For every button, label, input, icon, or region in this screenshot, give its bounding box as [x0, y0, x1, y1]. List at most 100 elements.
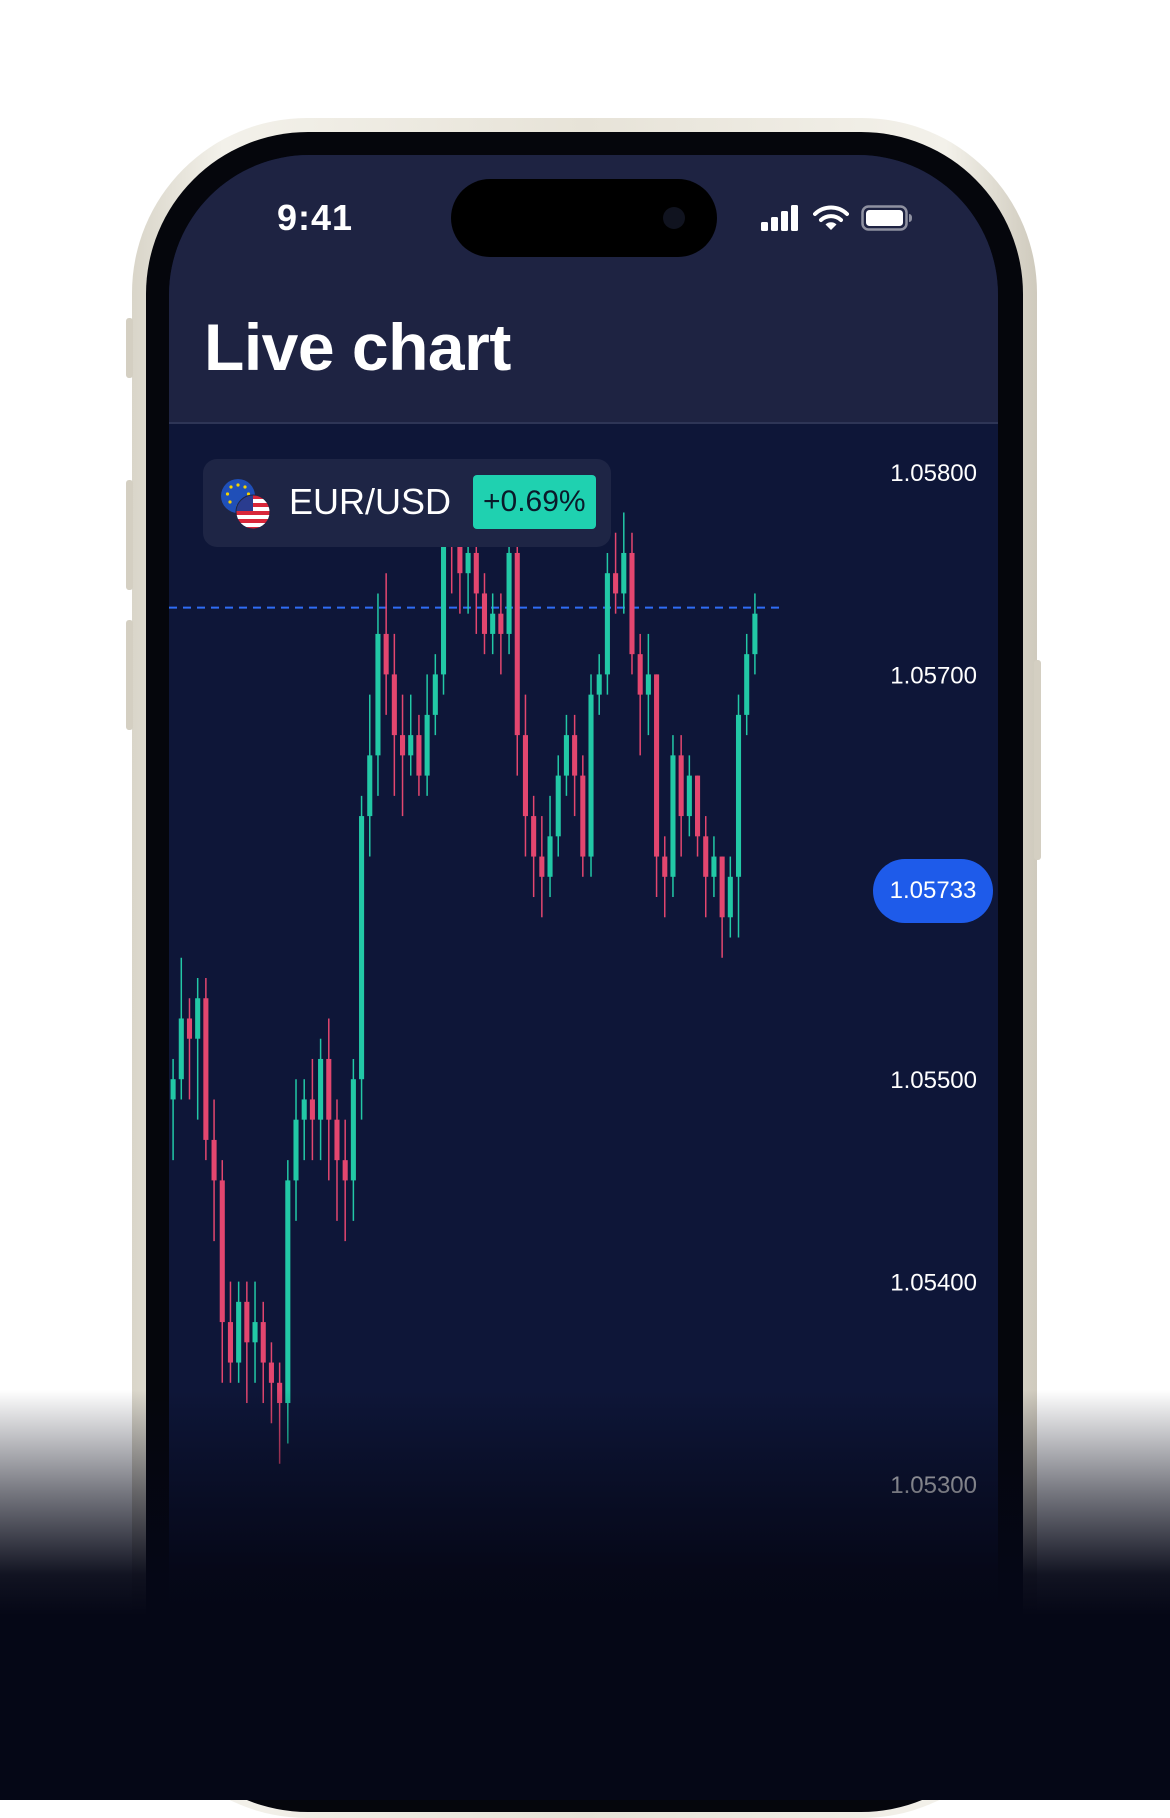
candle-down: [227, 1281, 233, 1383]
candle-down: [211, 1099, 217, 1242]
candle-up: [252, 1281, 258, 1383]
candle-body: [613, 573, 619, 594]
candle-down: [268, 1342, 274, 1424]
phone-volume-up-button: [126, 480, 133, 590]
candle-up: [236, 1281, 242, 1383]
candle-body: [211, 1139, 217, 1181]
status-bar: 9:41: [169, 155, 998, 275]
candle-up: [596, 654, 602, 715]
candle-body: [580, 775, 586, 857]
pair-selector[interactable]: EUR/USD +0.69%: [203, 459, 611, 547]
candle-body: [555, 775, 561, 837]
candle-up: [432, 654, 438, 736]
candle-body: [662, 856, 668, 877]
candle-body: [588, 694, 594, 857]
battery-icon: [861, 205, 912, 231]
candle-body: [711, 856, 717, 877]
candle-down: [719, 856, 725, 958]
candlestick-chart[interactable]: 1.058001.057001.056001.055001.054001.053…: [169, 424, 998, 1795]
candle-body: [637, 654, 643, 695]
candle-body: [719, 856, 725, 918]
phone-screen: 9:41 Live chart 1.05800 1.05700 1.05500 …: [169, 155, 998, 1795]
candle-body: [621, 552, 627, 594]
candle-body: [695, 775, 701, 837]
wifi-icon: [813, 205, 849, 230]
candle-up: [604, 552, 610, 695]
candle-down: [613, 532, 619, 614]
candle-down: [342, 1119, 348, 1242]
candle-up: [506, 532, 512, 655]
change-percent-badge: +0.69%: [473, 475, 596, 529]
candle-body: [293, 1119, 299, 1181]
candle-down: [539, 816, 545, 918]
y-axis-tick-label: 1.05400: [890, 1270, 977, 1297]
candle-down: [514, 532, 520, 776]
candle-body: [744, 654, 750, 715]
candle-up: [727, 856, 733, 938]
chart-area[interactable]: 1.058001.057001.056001.055001.054001.053…: [169, 424, 998, 1795]
phone-volume-down-button: [126, 620, 133, 730]
candle-down: [703, 816, 709, 918]
candle-body: [285, 1180, 291, 1404]
candle-up: [285, 1160, 291, 1444]
candle-down: [481, 573, 488, 655]
candle-up: [178, 957, 184, 1100]
candle-body: [686, 775, 692, 817]
candle-body: [498, 613, 504, 634]
candle-up: [735, 694, 742, 938]
candle-body: [334, 1119, 340, 1161]
candle-up: [408, 694, 414, 776]
candle-down: [531, 795, 537, 898]
candle-body: [735, 714, 742, 877]
candle-body: [367, 755, 373, 817]
phone-power-button: [1034, 660, 1041, 860]
candle-body: [572, 735, 578, 776]
current-price-badge: 1.05733: [873, 859, 993, 923]
candle-up: [555, 755, 561, 857]
candle-body: [481, 593, 488, 634]
candle-body: [424, 714, 430, 776]
pair-name: EUR/USD: [289, 481, 452, 522]
candle-down: [498, 593, 504, 675]
candle-body: [219, 1180, 225, 1323]
candle-up: [670, 735, 676, 898]
candle-up: [645, 633, 651, 736]
candle-up: [367, 694, 373, 857]
candle-body: [465, 552, 471, 574]
candle-body: [252, 1322, 258, 1343]
candle-body: [547, 836, 553, 877]
status-icons: [761, 203, 913, 233]
y-axis-tick-label: 1.05300: [890, 1472, 977, 1499]
nav-header: Live chart: [169, 275, 998, 424]
candle-body: [318, 1058, 324, 1120]
candle-down: [334, 1099, 340, 1221]
candle-down: [522, 694, 528, 857]
candle-body: [227, 1322, 233, 1363]
candle-body: [563, 735, 569, 776]
candle-down: [309, 1058, 315, 1161]
candle-down: [400, 694, 406, 817]
candle-body: [359, 816, 365, 1080]
candle-up: [293, 1079, 299, 1221]
candle-up: [547, 795, 553, 898]
y-axis-tick-label: 1.05700: [890, 662, 977, 689]
candle-down: [695, 775, 701, 857]
candle-down: [383, 573, 389, 715]
candle-down: [580, 755, 586, 877]
candle-body: [178, 1018, 184, 1080]
candle-down: [391, 633, 397, 796]
candle-body: [514, 552, 520, 736]
candle-body: [678, 755, 684, 817]
candle-down: [260, 1301, 266, 1404]
candle-body: [309, 1099, 315, 1120]
candle-up: [563, 714, 569, 796]
candle-body: [654, 674, 660, 857]
candle-down: [219, 1160, 225, 1383]
candle-body: [350, 1079, 356, 1181]
candle-up: [752, 593, 758, 675]
candle-down: [637, 633, 643, 756]
candle-down: [277, 1362, 283, 1464]
candle-up: [621, 512, 627, 614]
candle-body: [727, 876, 733, 918]
candle-up: [424, 674, 430, 796]
